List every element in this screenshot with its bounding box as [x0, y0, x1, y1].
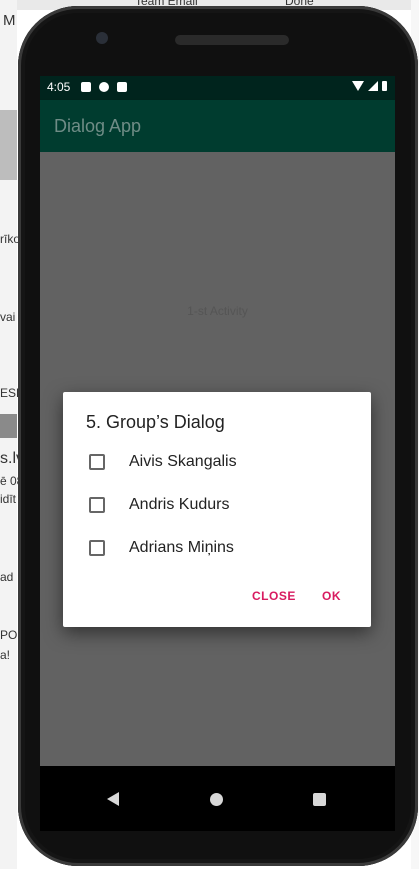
option-label: Andris Kudurs: [129, 496, 230, 513]
navigation-bar: [40, 766, 395, 831]
checkbox[interactable]: [89, 454, 105, 470]
earpiece-speaker: [175, 35, 289, 45]
checkbox[interactable]: [89, 540, 105, 556]
background-text-fragment: idīt: [0, 492, 17, 506]
dialog-title: 5. Group’s Dialog: [86, 412, 225, 432]
home-icon[interactable]: [210, 793, 223, 806]
checkbox[interactable]: [89, 497, 105, 513]
dialog-option[interactable]: Andris Kudurs: [63, 485, 371, 525]
background-text-fragment: ad: [0, 570, 14, 584]
status-bar: 4:05: [40, 76, 395, 100]
background-left-strip: [0, 110, 17, 180]
background-text-fragment: a!: [0, 648, 11, 662]
app-title: Dialog App: [54, 116, 142, 136]
notification-sd-card-icon: [117, 82, 127, 92]
front-camera: [96, 32, 108, 44]
dialog-option[interactable]: Aivis Skangalis: [63, 442, 371, 482]
wifi-icon: [352, 81, 364, 91]
app-bar: Dialog App: [40, 100, 395, 152]
notification-a-icon: [81, 82, 91, 92]
notification-play-icon: [99, 82, 109, 92]
signal-icon: [368, 81, 378, 91]
phone-frame: 4:05 Dialog App 1-st Activity 5. Group’s…: [18, 6, 418, 866]
close-button[interactable]: CLOSE: [252, 589, 296, 603]
battery-icon: [382, 81, 387, 91]
option-label: Adrians Miņins: [129, 539, 234, 556]
ok-button[interactable]: OK: [322, 589, 341, 603]
phone-screen: 4:05 Dialog App 1-st Activity 5. Group’s…: [40, 76, 395, 831]
activity-label: 1-st Activity: [187, 304, 248, 318]
background-text-fragment: rīko: [0, 232, 21, 246]
back-icon[interactable]: [107, 792, 119, 806]
background-left-strip: [0, 414, 17, 438]
activity-content: 1-st Activity 5. Group’s Dialog Aivis Sk…: [40, 152, 395, 766]
status-time: 4:05: [47, 80, 71, 94]
recent-apps-icon[interactable]: [313, 793, 326, 806]
dialog-option[interactable]: Adrians Miņins: [63, 528, 371, 568]
group-dialog: 5. Group’s Dialog Aivis Skangalis Andris…: [63, 392, 371, 627]
option-label: Aivis Skangalis: [129, 453, 237, 470]
background-title-fragment: M: [3, 12, 16, 29]
